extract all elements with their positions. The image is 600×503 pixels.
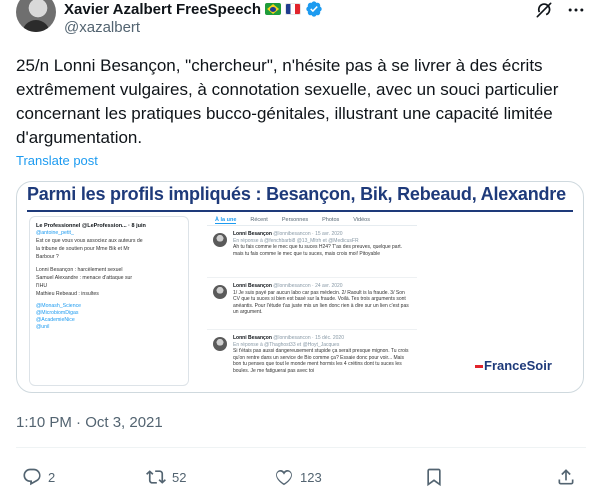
embedded-tweet-line: l'IHU — [36, 283, 48, 289]
embedded-reply-meta: @lonnibesancon · 15 avr. 2020 — [273, 231, 343, 237]
embedded-reply-meta: @lonnibesancon · 24 avr. 2020 — [273, 283, 343, 289]
share-icon — [558, 469, 574, 485]
embedded-reply-context: En réponse à @fenchbarbi8 @13_Mltrh et @… — [233, 237, 359, 244]
embedded-tweet-line: Mathieu Rebeaud : insultes — [36, 291, 99, 297]
verified-badge-icon[interactable] — [305, 0, 323, 18]
image-title: Parmi les profils impliqués : Besançon, … — [27, 184, 566, 204]
share-button[interactable] — [556, 459, 576, 495]
embedded-reply-context: En réponse à @Thaghost33 et @Hoyt_Jacque… — [233, 341, 340, 348]
embedded-tab: Personnes — [281, 217, 309, 224]
embedded-reply-name: Lonni Besançon — [233, 231, 272, 237]
embedded-tweet-line: la tribune de soutien pour Mme Bik et Mr — [36, 246, 130, 252]
reply-count: 2 — [48, 469, 56, 485]
heart-icon — [276, 469, 292, 486]
embedded-tweet-tag: @MicrobiomDigas — [36, 310, 79, 316]
tweet-timestamp[interactable]: 1:10 PM · Oct 3, 2021 — [16, 414, 163, 431]
author-display-name[interactable]: Xavier Azalbert FreeSpeech — [64, 1, 261, 18]
embedded-tab: À la une — [215, 216, 237, 225]
embedded-tab: Récent — [250, 217, 268, 224]
tweet-image[interactable]: Parmi les profils impliqués : Besançon, … — [16, 181, 584, 393]
embedded-reply-body: Si t'étais pas aussi dangereusement stup… — [233, 348, 409, 374]
image-title-underline — [27, 210, 573, 212]
embedded-tweet-line: Lonni Besançon : harcèlement sexuel — [36, 267, 123, 273]
embedded-tweet-tag: @unil — [36, 324, 50, 330]
embedded-avatar — [213, 233, 227, 247]
embedded-tabs: À la une Récent Personnes Photos Vidéos — [207, 216, 417, 226]
francesoir-wordmark: FranceSoir — [484, 358, 552, 373]
author-name-row: Xavier Azalbert FreeSpeech — [64, 0, 323, 18]
retweet-button[interactable]: 52 — [146, 459, 186, 495]
embedded-tweet-line: Barbour ? — [36, 254, 59, 260]
embedded-reply-name: Lonni Besançon — [233, 283, 272, 289]
tweet-text: 25/n Lonni Besançon, "chercheur", n'hési… — [16, 56, 559, 147]
grok-icon[interactable] — [534, 0, 554, 20]
embedded-tweet-line: Est ce que vous vous associez aux auteur… — [36, 238, 143, 244]
reply-icon — [23, 468, 41, 486]
embedded-reply: Lonni Besançon @lonnibesancon · 24 avr. … — [207, 278, 417, 330]
france-flag-icon — [285, 3, 302, 15]
tweet-header: Xavier Azalbert FreeSpeech @xazalbert — [0, 0, 600, 44]
like-count: 123 — [300, 469, 322, 485]
retweet-count: 52 — [172, 469, 187, 485]
bookmark-icon — [427, 468, 441, 487]
tweet-actions: 2 52 123 — [0, 459, 600, 495]
like-button[interactable]: 123 — [274, 459, 322, 495]
brazil-flag-icon — [265, 3, 282, 15]
author-handle[interactable]: @xazalbert — [64, 19, 140, 36]
reply-button[interactable]: 2 — [22, 459, 55, 495]
bookmark-button[interactable] — [424, 459, 444, 495]
embedded-avatar — [213, 337, 227, 351]
embedded-reply-meta: @lonnibesancon · 15 déc. 2020 — [273, 335, 344, 341]
embedded-tab: Photos — [322, 217, 340, 224]
embedded-tweet-mention: @antoine_petit_ — [36, 230, 74, 236]
francesoir-dash — [475, 365, 483, 369]
author-avatar[interactable] — [16, 0, 56, 32]
embedded-reply-body: Ah tu fais comme le mec que tu suces H24… — [233, 244, 403, 257]
embedded-tweet-line: Samuel Alexandre : menace d'attaque sur — [36, 275, 133, 281]
embedded-tab: Vidéos — [353, 217, 370, 224]
embedded-tweet-tag: @Monash_Science — [36, 303, 82, 309]
translate-post-link[interactable]: Translate post — [16, 153, 98, 168]
divider — [16, 447, 586, 448]
embedded-reply: Lonni Besançon @lonnibesancon · 15 avr. … — [207, 226, 417, 278]
more-icon[interactable] — [566, 0, 586, 20]
embedded-search-results: À la une Récent Personnes Photos Vidéos … — [207, 216, 417, 388]
embedded-tweet-card: Le Professionnel @LeProfession... · 8 ju… — [29, 216, 189, 386]
embedded-reply-body: 1/ Je suis payé par aucun labo car pas m… — [233, 289, 409, 316]
francesoir-logo: FranceSoir — [475, 358, 552, 373]
embedded-tweet-tag: @AcademieNice — [36, 317, 75, 323]
retweet-icon — [146, 470, 166, 484]
embedded-tweet-head: Le Professionnel @LeProfession... · 8 ju… — [36, 223, 146, 229]
embedded-reply-name: Lonni Besançon — [233, 335, 272, 341]
embedded-avatar — [213, 285, 227, 299]
embedded-reply: Lonni Besançon @lonnibesancon · 15 déc. … — [207, 330, 417, 382]
